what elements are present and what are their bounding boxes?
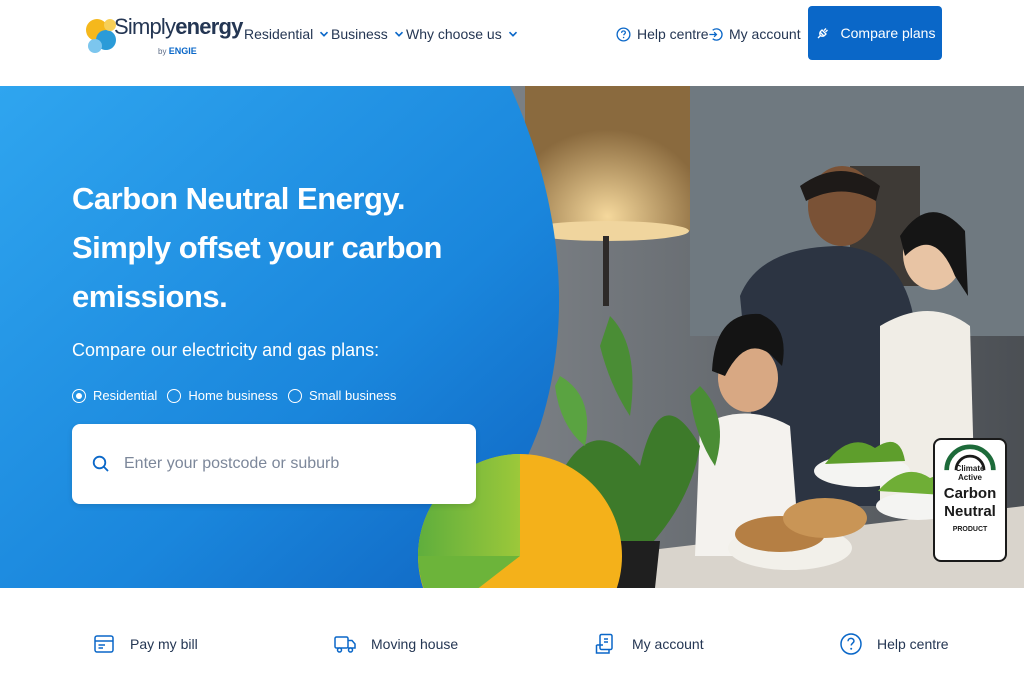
radio-unselected-icon[interactable]	[167, 388, 182, 403]
plug-icon	[817, 28, 828, 39]
hero-title: Carbon Neutral Energy. Simply offset you…	[72, 181, 442, 314]
customer-type-radio-group: Residential Home business Small business	[72, 388, 406, 403]
site-header: Simplyenergy by ENGIE Residential Busine…	[0, 0, 1024, 86]
login-arrow-icon	[709, 27, 723, 41]
bill-icon	[94, 635, 114, 653]
radio-home-business-label: Home business	[188, 388, 278, 403]
badge-climate-text: Climate	[955, 464, 985, 473]
quick-link-my-account-label: My account	[632, 636, 704, 652]
quick-links-bar: Pay my bill Moving house My account Help…	[0, 588, 1024, 683]
nav-why-choose-us-label: Why choose us	[406, 26, 502, 42]
nav-why-choose-us[interactable]: Why choose us	[406, 24, 518, 44]
postcode-search-box[interactable]	[72, 424, 476, 504]
question-icon	[840, 633, 862, 655]
radio-unselected-icon[interactable]	[287, 388, 302, 403]
my-account-link[interactable]: My account	[708, 24, 801, 44]
radio-residential-label: Residential	[93, 388, 158, 403]
quick-link-my-account[interactable]: My account	[594, 632, 704, 656]
badge-neutral-text: Neutral	[944, 503, 996, 520]
help-centre-label: Help centre	[637, 26, 709, 42]
badge-product-text: PRODUCT	[952, 526, 988, 533]
help-centre-link[interactable]: Help centre	[616, 24, 709, 44]
compare-plans-label: Compare plans	[840, 25, 936, 41]
radio-residential[interactable]: Residential	[72, 388, 157, 403]
quick-link-moving-house-label: Moving house	[371, 636, 459, 652]
question-circle-icon	[616, 26, 631, 42]
radio-small-business[interactable]: Small business	[287, 388, 397, 403]
badge-carbon-text: Carbon	[943, 485, 997, 502]
carbon-neutral-badge: Climate Active Carbon Neutral PRODUCT	[933, 438, 1007, 562]
account-device-icon	[595, 633, 613, 654]
quick-link-pay-my-bill-label: Pay my bill	[130, 636, 198, 652]
radio-selected-icon[interactable]	[72, 388, 86, 403]
chevron-down-icon	[508, 31, 517, 37]
hero-banner: Carbon Neutral Energy. Simply offset you…	[0, 86, 1024, 588]
quick-link-help-centre[interactable]: Help centre	[839, 632, 949, 656]
search-icon	[92, 455, 109, 472]
quick-link-pay-my-bill[interactable]: Pay my bill	[92, 632, 198, 656]
radio-small-business-label: Small business	[308, 388, 397, 403]
quick-link-help-centre-label: Help centre	[877, 636, 949, 652]
postcode-search-input[interactable]	[124, 455, 444, 473]
brand-name[interactable]: Simplyenergy	[114, 14, 243, 40]
compare-plans-button[interactable]: Compare plans	[808, 6, 942, 60]
my-account-label: My account	[729, 26, 801, 42]
nav-residential-label: Residential	[244, 26, 314, 42]
chevron-down-icon	[320, 31, 329, 37]
nav-residential[interactable]: Residential	[244, 24, 329, 44]
badge-active-text: Active	[957, 473, 982, 482]
nav-business[interactable]: Business	[331, 24, 404, 44]
nav-business-label: Business	[331, 26, 388, 42]
hero-subtitle: Compare our electricity and gas plans:	[72, 340, 380, 360]
quick-link-moving-house[interactable]: Moving house	[333, 632, 458, 656]
hero-graphic-shapes	[0, 86, 622, 588]
truck-icon	[334, 636, 356, 653]
radio-home-business[interactable]: Home business	[167, 388, 278, 403]
chevron-down-icon	[394, 31, 403, 37]
brand-byline: by ENGIE	[158, 46, 197, 56]
